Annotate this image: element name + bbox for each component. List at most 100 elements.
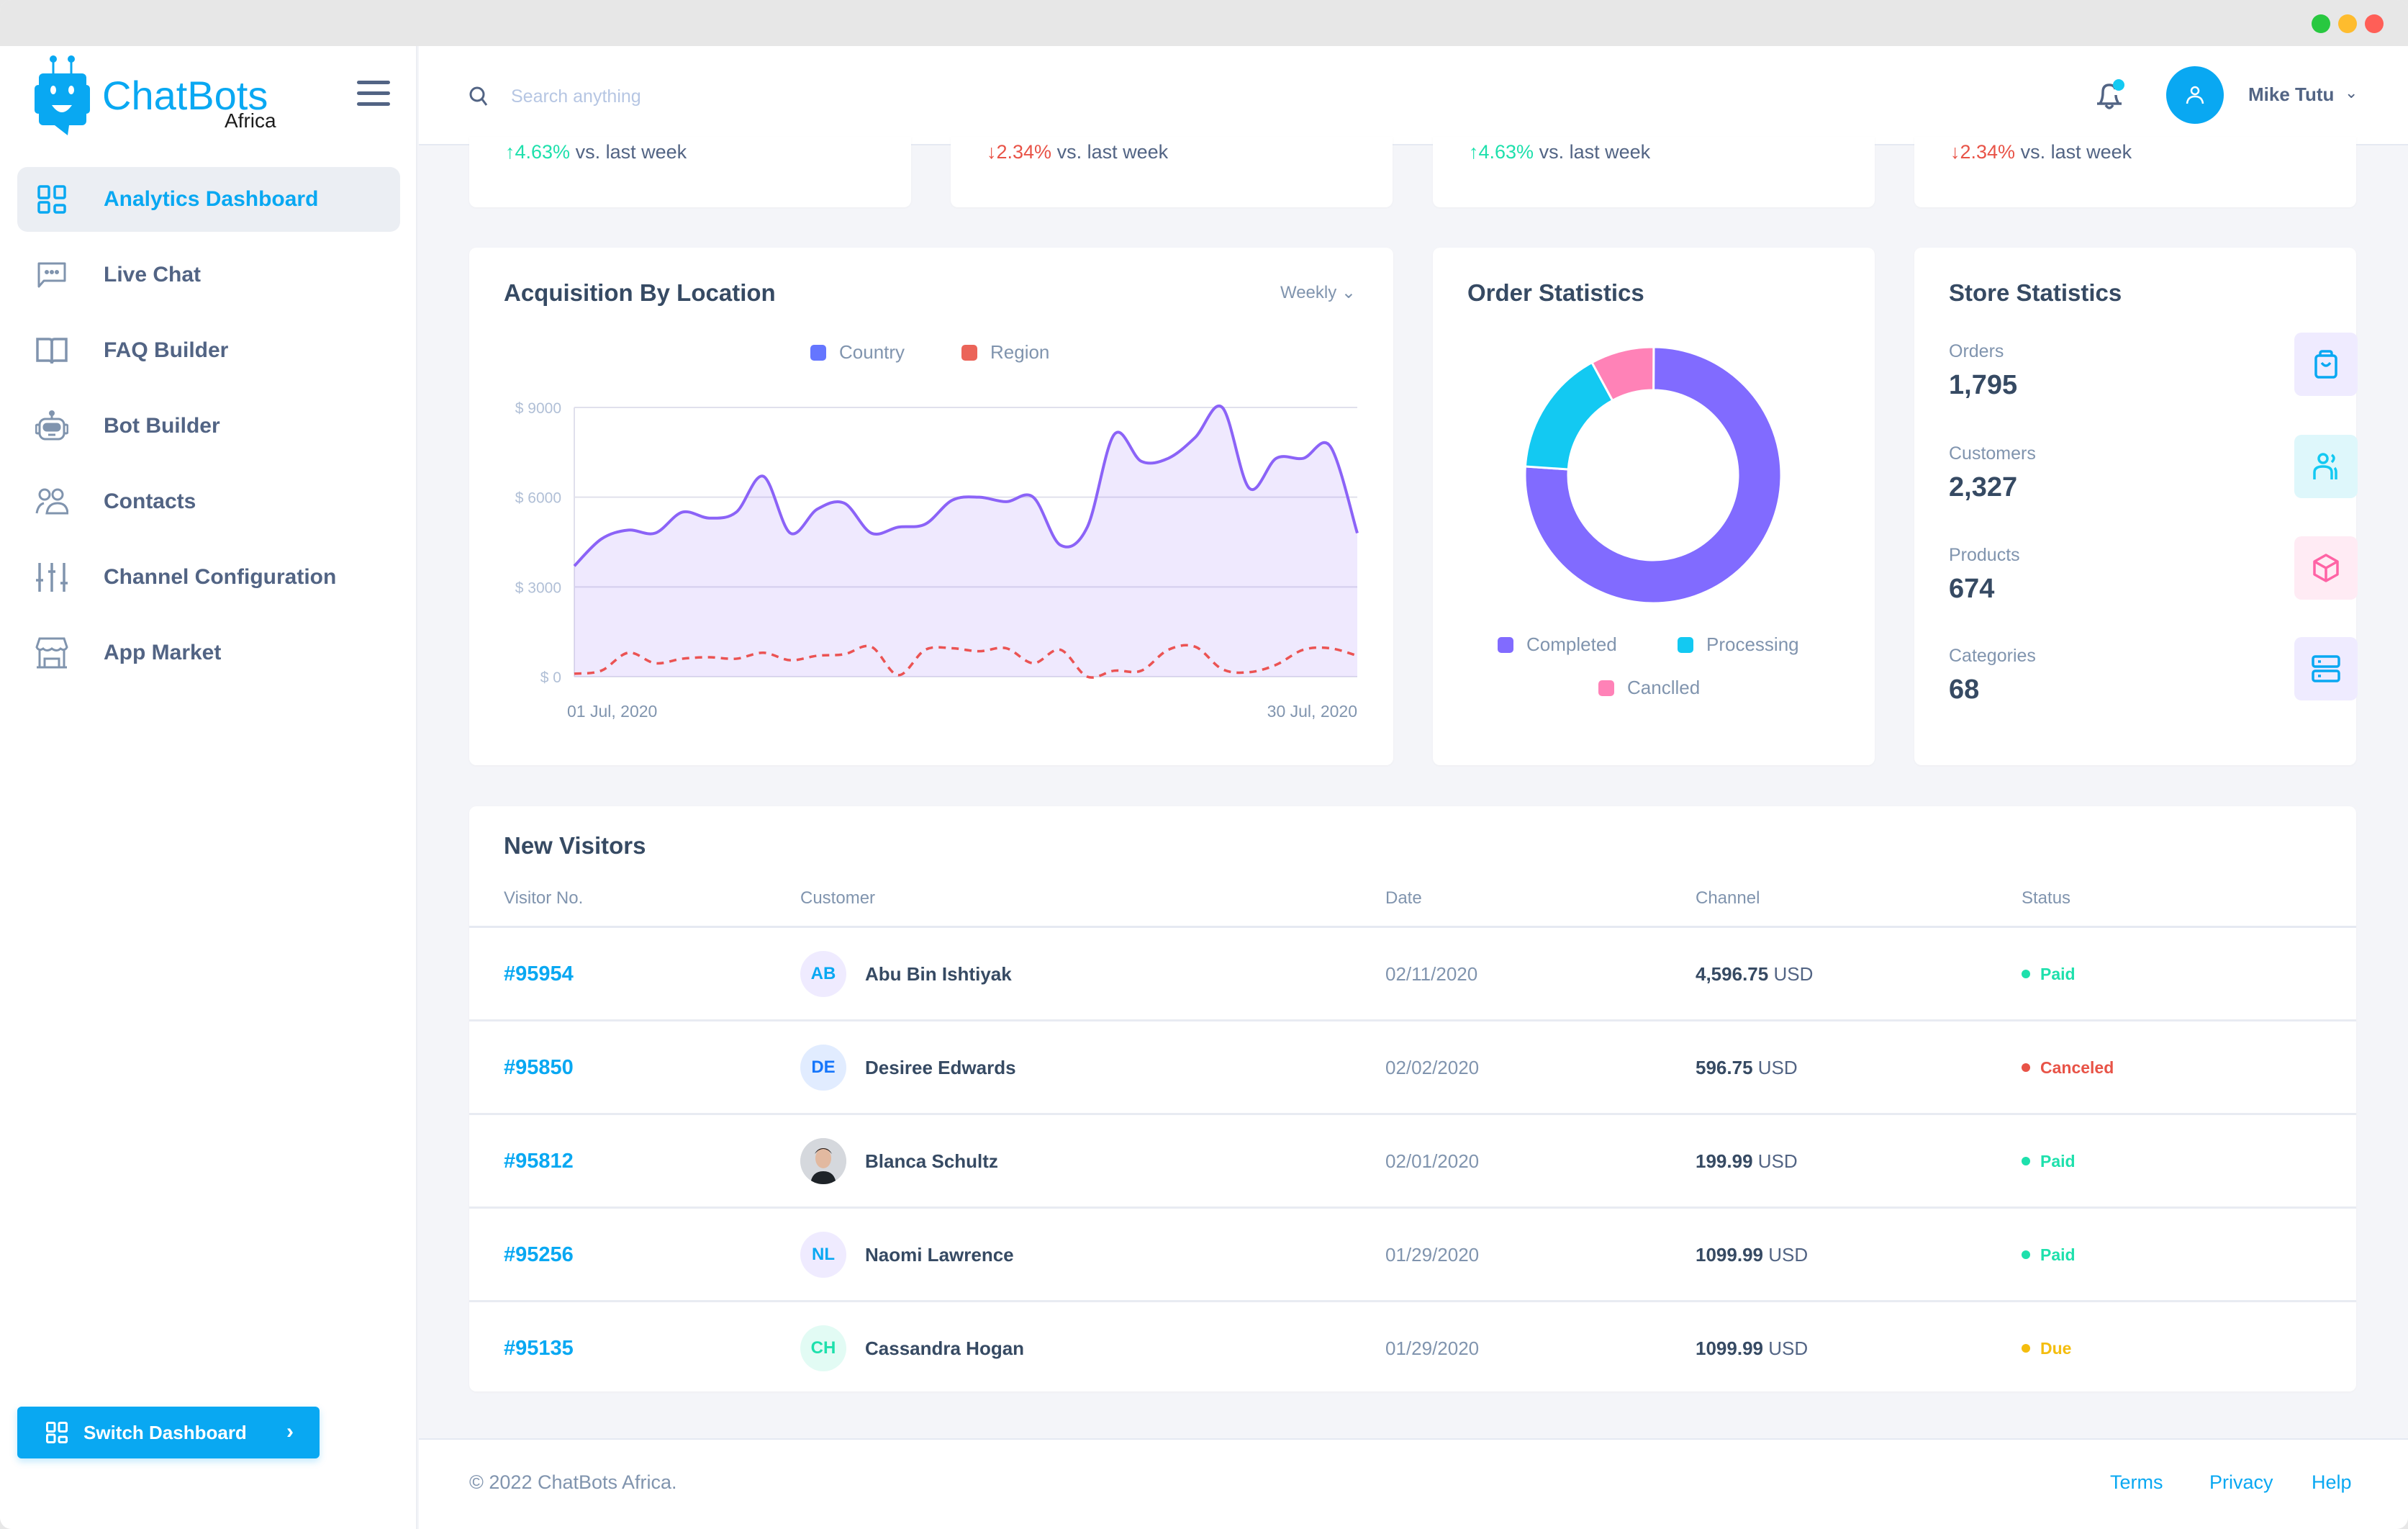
visitor-number-link[interactable]: #95812 <box>504 1115 574 1207</box>
sidebar-item-app-market[interactable]: App Market <box>17 621 400 685</box>
customer-avatar <box>800 1138 846 1184</box>
column-header-date[interactable]: Date <box>1385 888 1422 908</box>
footer-link-terms[interactable]: Terms <box>2110 1471 2163 1494</box>
stat-change: 4.63% <box>515 141 571 163</box>
legend-item-completed: Completed <box>1498 633 1617 656</box>
sidebar-item-contacts[interactable]: Contacts <box>17 469 400 534</box>
notification-dot <box>2113 79 2124 91</box>
table-row[interactable]: #95135 CH Cassandra Hogan 01/29/2020 109… <box>469 1302 2356 1396</box>
amount-currency: USD <box>1768 1337 1809 1359</box>
amount-value: 596.75 <box>1696 1056 1753 1078</box>
switch-dashboard-button[interactable]: Switch Dashboard › <box>17 1407 320 1458</box>
customer-name: Cassandra Hogan <box>865 1337 1025 1359</box>
brand-logo[interactable]: ChatBots Africa <box>32 50 291 144</box>
amount-currency: USD <box>1773 962 1814 985</box>
minimize-window-button[interactable] <box>2338 14 2357 33</box>
table-row[interactable]: #95954 AB Abu Bin Ishtiyak 02/11/2020 4,… <box>469 928 2356 1021</box>
table-row[interactable]: #95256 NL Naomi Lawrence 01/29/2020 1099… <box>469 1209 2356 1302</box>
store-stat-customers: Customers 2,327 <box>1949 435 2358 515</box>
store-stat-label: Products <box>1949 545 2020 565</box>
sidebar-item-bot-builder[interactable]: Bot Builder <box>17 394 400 459</box>
maximize-window-button[interactable] <box>2312 14 2330 33</box>
visitor-number-link[interactable]: #95954 <box>504 928 574 1020</box>
column-header-visitor-no[interactable]: Visitor No. <box>504 888 583 908</box>
sidebar-item-channel-configuration[interactable]: Channel Configuration <box>17 545 400 610</box>
visit-date: 01/29/2020 <box>1385 1337 1480 1359</box>
store-stat-value: 2,327 <box>1949 472 2018 502</box>
store-stat-products: Products 674 <box>1949 536 2358 617</box>
store-stat-orders: Orders 1,795 <box>1949 333 2358 413</box>
legend-swatch <box>1678 636 1693 653</box>
stat-trend: ↓2.34% vs. last week <box>1950 141 2132 163</box>
customer-name: Naomi Lawrence <box>865 1243 1014 1266</box>
store-statistics-card: Store Statistics Orders 1,795 Customers … <box>1914 248 2358 765</box>
customer-cell: NL Naomi Lawrence <box>800 1209 1014 1301</box>
column-header-status[interactable]: Status <box>2022 888 2070 908</box>
stat-trend: ↑4.63% vs. last week <box>505 141 687 163</box>
status-badge: Paid <box>2022 1115 2076 1207</box>
copyright-text: © 2022 ChatBots Africa. <box>469 1471 677 1493</box>
stat-trend: ↑4.63% vs. last week <box>1469 141 1650 163</box>
acquisition-card: Acquisition By Location Weekly ⌄ Country… <box>469 248 1393 765</box>
arrow-up-icon: ↑ <box>505 141 515 163</box>
chevron-down-icon[interactable]: ⌄ <box>2345 84 2358 102</box>
amount-value: 1099.99 <box>1696 1243 1763 1266</box>
stat-card: ↓2.34% vs. last week <box>951 137 1393 207</box>
sidebar-item-label: FAQ Builder <box>104 338 229 362</box>
status-label: Canceled <box>2040 1057 2114 1077</box>
window-titlebar <box>0 0 2408 46</box>
robot-icon <box>35 409 69 443</box>
column-header-customer[interactable]: Customer <box>800 888 875 908</box>
sidebar-item-analytics-dashboard[interactable]: Analytics Dashboard <box>17 167 400 232</box>
footer-link-privacy[interactable]: Privacy <box>2209 1471 2273 1494</box>
status-dot <box>2022 1344 2030 1353</box>
menu-toggle-button[interactable] <box>357 81 390 107</box>
status-label: Paid <box>2040 964 2076 983</box>
chat-bubble-icon <box>35 258 69 292</box>
status-dot <box>2022 1063 2030 1072</box>
customer-initials: DE <box>811 1057 836 1077</box>
column-header-channel[interactable]: Channel <box>1696 888 1760 908</box>
status-badge: Due <box>2022 1302 2071 1394</box>
status-label: Due <box>2040 1338 2072 1358</box>
channel-amount: 1099.99 USD <box>1696 1302 1808 1394</box>
visitor-number-link[interactable]: #95135 <box>504 1302 574 1394</box>
legend-item-processing: Processing <box>1678 633 1799 656</box>
status-badge: Paid <box>2022 928 2076 1020</box>
user-avatar[interactable] <box>2166 66 2224 124</box>
sidebar-item-live-chat[interactable]: Live Chat <box>17 243 400 307</box>
sliders-icon <box>35 560 69 595</box>
customer-cell: Blanca Schultz <box>800 1115 998 1207</box>
users-icon <box>35 484 69 519</box>
top-header: Mike Tutu ⌄ <box>419 46 2408 145</box>
channel-amount: 4,596.75 USD <box>1696 928 1813 1020</box>
stat-suffix: vs. last week <box>570 141 687 163</box>
visitor-number-link[interactable]: #95850 <box>504 1021 574 1114</box>
visitor-number-link[interactable]: #95256 <box>504 1209 574 1301</box>
search-input[interactable] <box>511 75 1087 118</box>
status-dot <box>2022 1157 2030 1165</box>
legend-label: Canclled <box>1627 677 1701 698</box>
order-statistics-card: Order Statistics Completed Processing Ca… <box>1433 248 1875 765</box>
status-dot <box>2022 1250 2030 1259</box>
store-stat-value: 1,795 <box>1949 370 2018 400</box>
footer-link-help[interactable]: Help <box>2312 1471 2352 1494</box>
status-badge: Paid <box>2022 1209 2076 1301</box>
legend-item-cancelled: Canclled <box>1598 677 1700 699</box>
customer-name: Abu Bin Ishtiyak <box>865 962 1012 985</box>
close-window-button[interactable] <box>2365 14 2384 33</box>
sidebar-item-label: Channel Configuration <box>104 565 337 589</box>
store-stat-label: Customers <box>1949 443 2036 464</box>
arrow-down-icon: ↓ <box>987 141 997 163</box>
status-badge: Canceled <box>2022 1021 2114 1114</box>
amount-currency: USD <box>1757 1150 1798 1172</box>
sidebar-item-label: Analytics Dashboard <box>104 187 319 211</box>
app-window: ChatBots Africa Analytics Dashboard Live… <box>0 0 2408 1529</box>
sidebar-item-faq-builder[interactable]: FAQ Builder <box>17 318 400 383</box>
user-name[interactable]: Mike Tutu <box>2248 84 2334 106</box>
channel-amount: 596.75 USD <box>1696 1021 1798 1114</box>
table-row[interactable]: #95812 Blanca Schultz 02/01/2020 199.99 … <box>469 1115 2356 1209</box>
table-row[interactable]: #95850 DE Desiree Edwards 02/02/2020 596… <box>469 1021 2356 1115</box>
store-icon <box>35 636 69 670</box>
notifications-button[interactable] <box>2091 78 2127 114</box>
